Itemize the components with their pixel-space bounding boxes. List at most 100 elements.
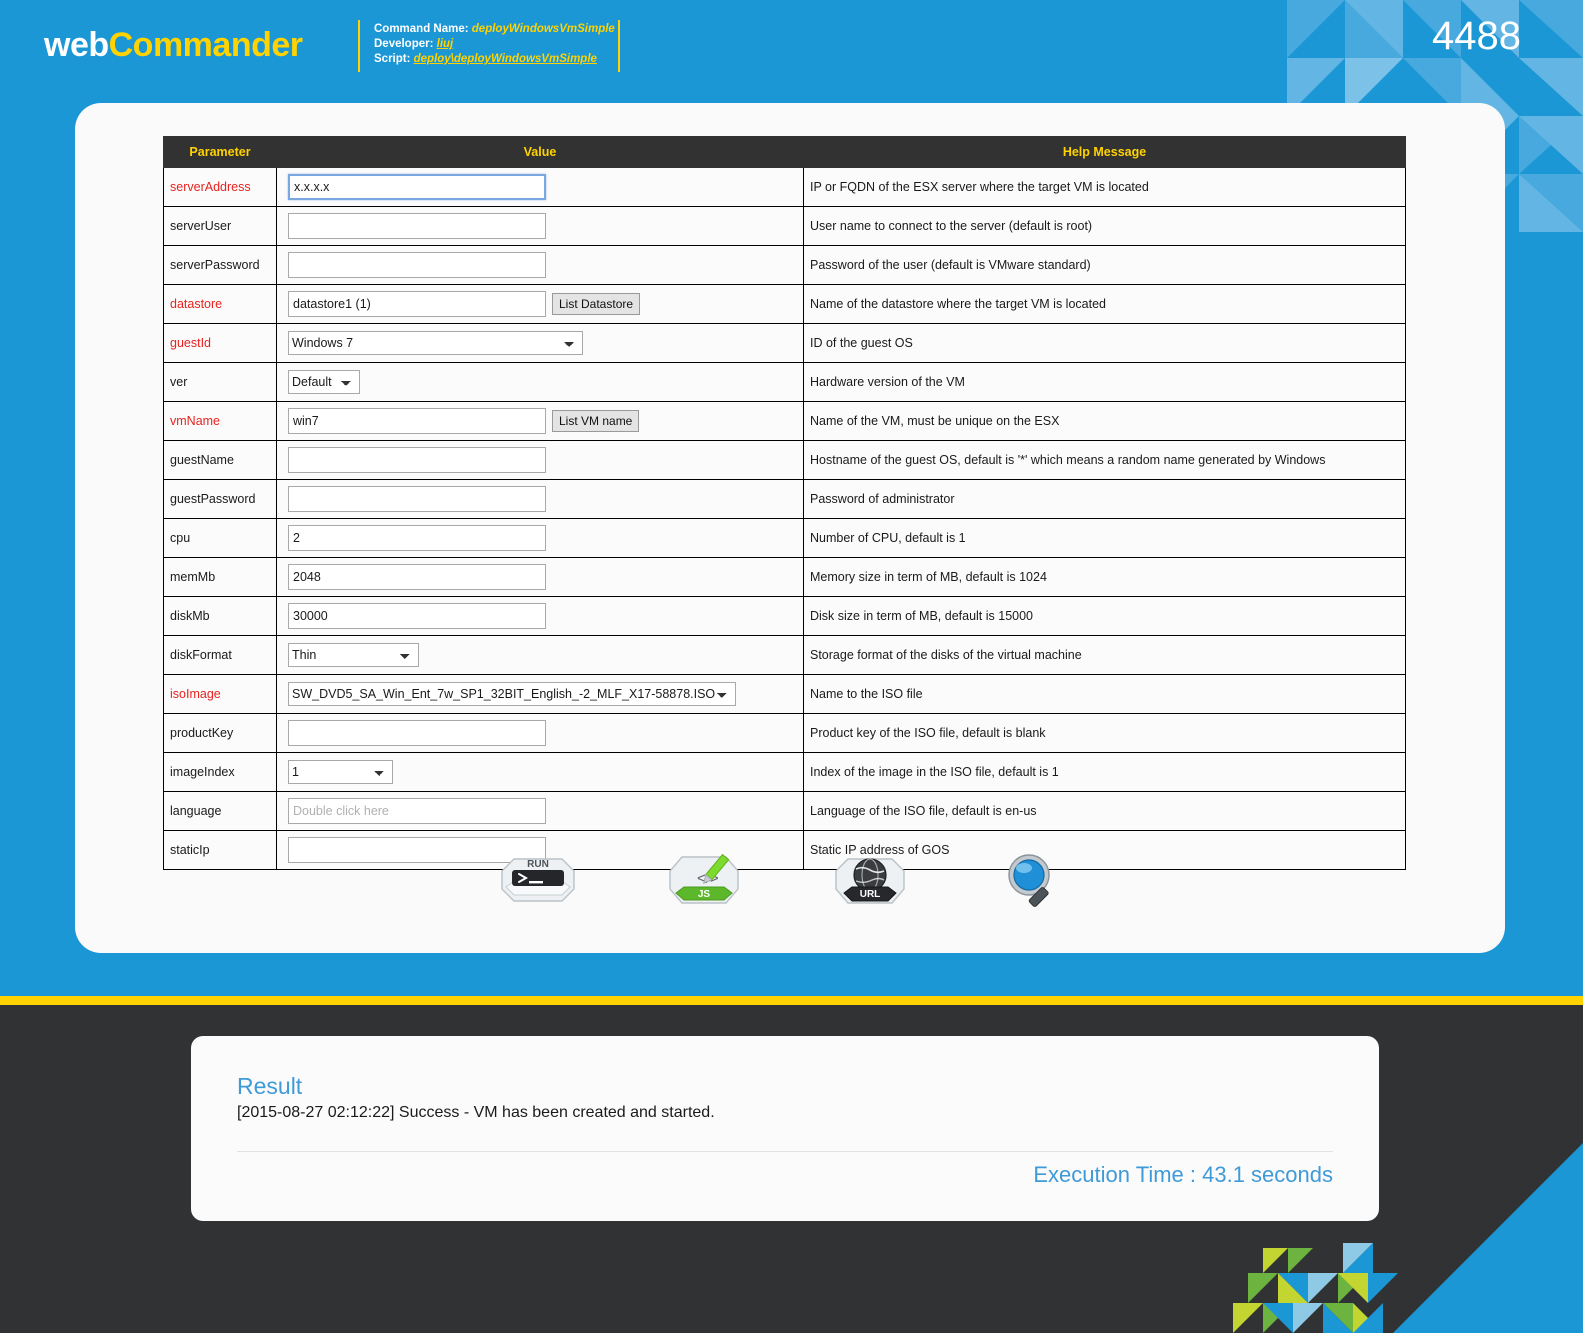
datastore-input[interactable] <box>288 291 546 317</box>
parameter-label: isoImage <box>170 687 221 701</box>
table-row: cpu Number of CPU, default is 1 <box>163 518 1406 558</box>
svg-text:JS: JS <box>698 889 711 900</box>
parameter-value-cell: Default <box>276 362 804 402</box>
isoImage-select[interactable]: SW_DVD5_SA_Win_Ent_7w_SP1_32BIT_English_… <box>288 682 736 706</box>
js-icon[interactable]: </> JS <box>666 851 742 909</box>
parameter-label: serverUser <box>170 219 232 233</box>
parameter-name-cell: guestPassword <box>163 479 277 519</box>
result-message: [2015-08-27 02:12:22] Success - VM has b… <box>237 1104 715 1121</box>
value-control-wrapper <box>283 174 803 200</box>
result-separator <box>237 1151 1333 1152</box>
serverPassword-input[interactable] <box>288 252 546 278</box>
help-message-cell: Index of the image in the ISO file, defa… <box>803 752 1406 792</box>
value-control-wrapper: List VM name <box>283 408 803 434</box>
guestPassword-input[interactable] <box>288 486 546 512</box>
value-control-wrapper <box>283 525 803 551</box>
value-control-wrapper: List Datastore <box>283 291 803 317</box>
developer-link[interactable]: liuj <box>437 38 454 50</box>
parameter-name-cell: serverAddress <box>163 167 277 207</box>
command-info-panel: Command Name: deployWindowsVmSimple Deve… <box>358 20 620 72</box>
ver-select[interactable]: Default <box>288 370 360 394</box>
parameter-value-cell <box>276 518 804 558</box>
parameter-name-cell: productKey <box>163 713 277 753</box>
table-row: isoImage SW_DVD5_SA_Win_Ent_7w_SP1_32BIT_… <box>163 674 1406 714</box>
parameter-label: cpu <box>170 531 191 545</box>
parameter-label: datastore <box>170 297 223 311</box>
value-control-wrapper: 1 <box>283 760 803 784</box>
help-message-cell: Product key of the ISO file, default is … <box>803 713 1406 753</box>
table-row: diskFormat Thin Storage format of the disk… <box>163 635 1406 675</box>
developer-label: Developer: <box>374 38 434 50</box>
action-buttons-bar: RUN </> JS <box>163 851 1405 909</box>
search-icon[interactable] <box>998 851 1068 909</box>
serverAddress-input[interactable] <box>288 174 546 200</box>
diskMb-input[interactable] <box>288 603 546 629</box>
table-row: ver Default Hardware version of the VM <box>163 362 1406 402</box>
parameter-name-cell: imageIndex <box>163 752 277 792</box>
vmName-input[interactable] <box>288 408 546 434</box>
productKey-input[interactable] <box>288 720 546 746</box>
parameter-label: memMb <box>170 570 216 584</box>
parameter-label: imageIndex <box>170 765 235 779</box>
column-header-help: Help Message <box>803 136 1406 168</box>
parameter-value-cell: List VM name <box>276 401 804 441</box>
value-control-wrapper: Windows 7 <box>283 331 803 355</box>
help-message-cell: IP or FQDN of the ESX server where the t… <box>803 167 1406 207</box>
help-message-cell: Hostname of the guest OS, default is '*'… <box>803 440 1406 480</box>
parameter-name-cell: memMb <box>163 557 277 597</box>
parameter-name-cell: serverPassword <box>163 245 277 285</box>
parameter-value-cell <box>276 440 804 480</box>
parameter-name-cell: language <box>163 791 277 831</box>
command-name-line: Command Name: deployWindowsVmSimple <box>374 22 615 37</box>
parameter-label: serverPassword <box>170 258 260 272</box>
parameter-label: diskFormat <box>170 648 232 662</box>
parameter-label: productKey <box>170 726 234 740</box>
table-row: diskMb Disk size in term of MB, default i… <box>163 596 1406 636</box>
help-message-cell: Name of the datastore where the target V… <box>803 284 1406 324</box>
datastore-list-button[interactable]: List Datastore <box>552 293 641 315</box>
vmName-list-button[interactable]: List VM name <box>552 410 640 432</box>
parameter-name-cell: serverUser <box>163 206 277 246</box>
parameter-value-cell: Thin <box>276 635 804 675</box>
help-message-cell: Disk size in term of MB, default is 1500… <box>803 596 1406 636</box>
imageIndex-select[interactable]: 1 <box>288 760 393 784</box>
parameter-value-cell: 1 <box>276 752 804 792</box>
svg-text:RUN: RUN <box>527 859 549 870</box>
value-control-wrapper <box>283 447 803 473</box>
serverUser-input[interactable] <box>288 213 546 239</box>
url-icon[interactable]: URL <box>832 851 908 909</box>
guestName-input[interactable] <box>288 447 546 473</box>
value-control-wrapper: Default <box>283 370 803 394</box>
parameter-name-cell: diskMb <box>163 596 277 636</box>
help-message-cell: Language of the ISO file, default is en-… <box>803 791 1406 831</box>
value-control-wrapper <box>283 486 803 512</box>
parameter-label: vmName <box>170 414 221 428</box>
table-row: serverAddress IP or FQDN of the ESX serve… <box>163 167 1406 207</box>
table-row: vmName List VM name Name of the VM, must b… <box>163 401 1406 441</box>
parameter-name-cell: guestName <box>163 440 277 480</box>
parameter-value-cell: SW_DVD5_SA_Win_Ent_7w_SP1_32BIT_English_… <box>276 674 804 714</box>
parameter-value-cell <box>276 245 804 285</box>
app-root: webCommander Command Name: deployWindows… <box>0 0 1583 1333</box>
parameter-name-cell: isoImage <box>163 674 277 714</box>
parameter-value-cell <box>276 713 804 753</box>
value-control-wrapper <box>283 564 803 590</box>
command-name-value: deployWindowsVmSimple <box>471 23 615 35</box>
execution-time: Execution Time : 43.1 seconds <box>1033 1162 1333 1187</box>
parameter-value-cell <box>276 596 804 636</box>
script-link[interactable]: deploy\deployWindowsVmSimple <box>414 53 597 65</box>
parameter-name-cell: guestId <box>163 323 277 363</box>
result-card: Result [2015-08-27 02:12:22] Success - V… <box>191 1036 1379 1221</box>
app-logo: webCommander <box>44 28 303 62</box>
parameter-value-cell <box>276 479 804 519</box>
language-input[interactable] <box>288 798 546 824</box>
cpu-input[interactable] <box>288 525 546 551</box>
parameter-name-cell: vmName <box>163 401 277 441</box>
diskFormat-select[interactable]: Thin <box>288 643 419 667</box>
memMb-input[interactable] <box>288 564 546 590</box>
run-icon[interactable]: RUN <box>500 851 576 909</box>
table-row: language Language of the ISO file, defaul… <box>163 791 1406 831</box>
parameter-name-cell: diskFormat <box>163 635 277 675</box>
guestId-select[interactable]: Windows 7 <box>288 331 583 355</box>
table-row: imageIndex 1 Index of the image in the ISO… <box>163 752 1406 792</box>
